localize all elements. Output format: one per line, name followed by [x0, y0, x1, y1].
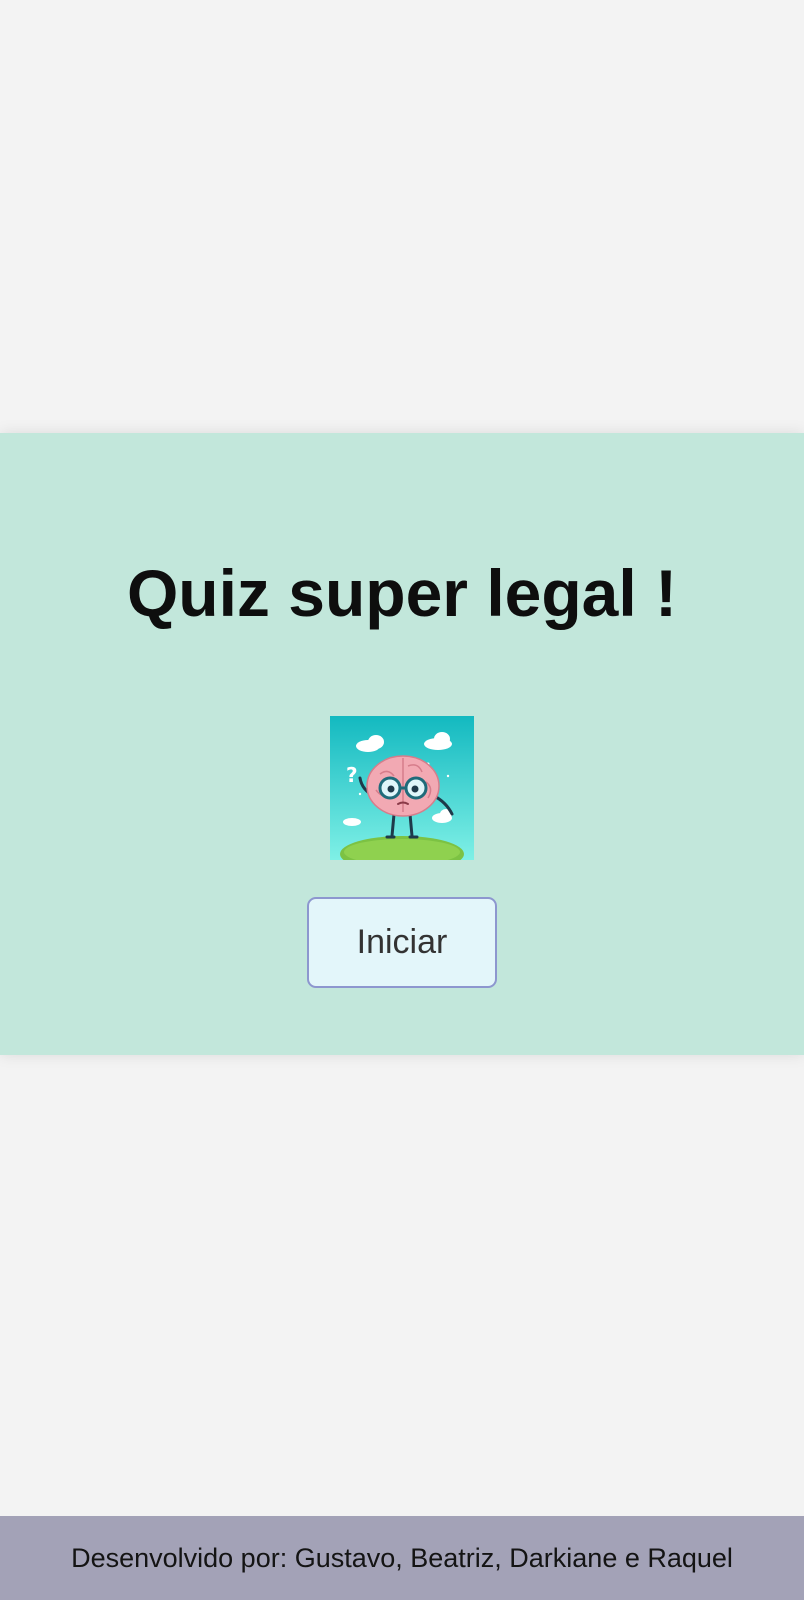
footer-credits: Desenvolvido por: Gustavo, Beatriz, Dark… — [71, 1542, 733, 1573]
svg-text:?: ? — [346, 763, 358, 787]
footer: Desenvolvido por: Gustavo, Beatriz, Dark… — [0, 1516, 804, 1600]
page-title: Quiz super legal ! — [126, 556, 678, 630]
brain-with-glasses-icon: ? — [330, 716, 474, 860]
quiz-start-card: Quiz super legal ! ? Iniciar — [0, 433, 804, 1055]
page: Quiz super legal ! ? Iniciar Desenvolvid… — [0, 0, 804, 1600]
start-button[interactable]: Iniciar — [307, 897, 497, 988]
